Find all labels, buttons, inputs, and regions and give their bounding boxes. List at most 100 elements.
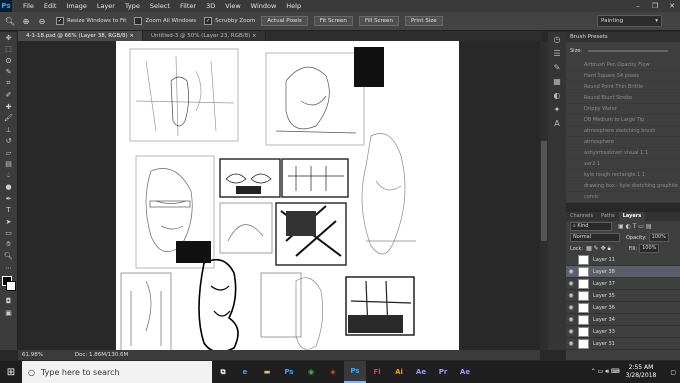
layer-row[interactable]: ◉ Layer 37 — [566, 278, 680, 290]
brush-preset-item[interactable]: atmosphere sketching brush — [566, 126, 680, 137]
crop-tool-icon[interactable]: ⌗ — [0, 78, 17, 90]
eye-icon[interactable]: ◉ — [566, 304, 576, 311]
layer-row[interactable]: ◉ Layer 36 — [566, 302, 680, 314]
premiere-icon[interactable]: Pr — [432, 361, 454, 383]
illustrator-icon[interactable]: Ai — [388, 361, 410, 383]
app-icon[interactable]: ◈ — [322, 361, 344, 383]
filter-icons[interactable]: ▣ ◐ T ▭ ▤ — [618, 223, 652, 230]
shape-tool-icon[interactable]: ▭ — [0, 228, 17, 240]
after-effects-icon[interactable]: Ae — [410, 361, 432, 383]
healing-brush-tool-icon[interactable]: ✚ — [0, 101, 17, 113]
tab-layers[interactable]: Layers — [618, 212, 646, 221]
brush-preset-item[interactable]: DB Medium to Large Tip — [566, 115, 680, 126]
menu-edit[interactable]: Edit — [39, 2, 62, 10]
task-view-icon[interactable]: ⧉ — [212, 361, 234, 383]
tab-paths[interactable]: Paths — [597, 212, 619, 221]
properties-icon[interactable]: ☰ — [548, 46, 566, 60]
tray-icons[interactable]: ⌃ ▭ 🔊︎ ⌨ — [591, 368, 620, 376]
path-select-tool-icon[interactable]: ➤ — [0, 216, 17, 228]
eraser-tool-icon[interactable]: ▱ — [0, 147, 17, 159]
gradient-tool-icon[interactable]: ▤ — [0, 159, 17, 171]
eye-icon[interactable]: ◉ — [566, 316, 576, 323]
brush-tool-icon[interactable]: 🖌︎ — [0, 113, 17, 125]
hand-tool-icon[interactable]: ✋︎ — [0, 239, 17, 251]
actual-pixels-button[interactable]: Actual Pixels — [261, 16, 308, 26]
character-icon[interactable]: A — [548, 116, 566, 130]
type-tool-icon[interactable]: T — [0, 205, 17, 217]
windows-start-icon[interactable]: ⊞ — [0, 361, 22, 383]
fit-screen-button[interactable]: Fit Screen — [313, 16, 353, 26]
taskbar-search-box[interactable]: ○ Type here to search — [22, 361, 212, 383]
layer-row-selected[interactable]: ◉ Layer 38 — [566, 266, 680, 278]
close-icon[interactable]: ✕ — [664, 0, 680, 12]
history-icon[interactable]: ◷ — [548, 32, 566, 46]
lock-icons[interactable]: ▦ ✎ ✥ 🔒︎ — [586, 245, 611, 253]
marquee-tool-icon[interactable]: ⬚ — [0, 44, 17, 56]
swatches-icon[interactable]: ▦ — [548, 74, 566, 88]
opacity-field[interactable]: 100% — [648, 233, 669, 242]
zoom-out-icon[interactable]: ⊖ — [36, 15, 48, 27]
eye-icon[interactable]: ◉ — [566, 328, 576, 335]
styles-icon[interactable]: ✦ — [548, 102, 566, 116]
pen-tool-icon[interactable]: ✒ — [0, 193, 17, 205]
layer-row[interactable]: ◉ Layer 34 — [566, 314, 680, 326]
blur-tool-icon[interactable]: 💧︎ — [0, 170, 17, 182]
brush-preset-item[interactable]: ashyxmastover visual 1 1 — [566, 148, 680, 159]
layer-kind-filter[interactable]: ⌕ Kind — [570, 222, 612, 231]
brush-preset-item[interactable]: Drippy Water — [566, 104, 680, 115]
color-swatches-icon[interactable] — [0, 274, 17, 296]
menu-filter[interactable]: Filter — [175, 2, 201, 10]
photoshop-running-icon[interactable]: Ps — [344, 361, 366, 383]
file-explorer-icon[interactable]: ▬ — [256, 361, 278, 383]
canvas-area[interactable] — [18, 41, 540, 350]
menu-type[interactable]: Type — [120, 2, 145, 10]
layer-row[interactable]: ◉ Layer 33 — [566, 326, 680, 338]
clone-stamp-tool-icon[interactable]: ⊥ — [0, 124, 17, 136]
menu-view[interactable]: View — [220, 2, 245, 10]
lasso-tool-icon[interactable]: ʘ — [0, 55, 17, 67]
eye-icon[interactable]: ◉ — [566, 340, 576, 347]
brush-preset-item[interactable]: Round Blunt Stroke — [566, 93, 680, 104]
menu-window[interactable]: Window — [246, 2, 282, 10]
eye-icon[interactable]: ◉ — [566, 268, 576, 275]
eyedropper-tool-icon[interactable]: ✐ — [0, 90, 17, 102]
zoom-level[interactable]: 61.98% — [18, 352, 43, 358]
brush-icon[interactable]: ✎ — [548, 60, 566, 74]
edge-icon[interactable]: e — [234, 361, 256, 383]
zoom-tool-icon[interactable]: 🔍︎ — [4, 15, 16, 27]
notifications-icon[interactable]: ▢ — [670, 369, 676, 376]
eye-icon[interactable]: ◉ — [566, 280, 576, 287]
zoom-tool-icon[interactable]: 🔍︎ — [0, 251, 17, 263]
fill-field[interactable]: 100% — [639, 244, 660, 253]
brush-preset-item[interactable]: Round Point Thin Brittle — [566, 82, 680, 93]
size-slider[interactable] — [587, 50, 668, 52]
blend-mode-select[interactable]: Normal — [570, 233, 620, 242]
after-effects-icon-2[interactable]: Ae — [454, 361, 476, 383]
fill-screen-button[interactable]: Fill Screen — [358, 16, 399, 26]
menu-image[interactable]: Image — [61, 2, 91, 10]
print-size-button[interactable]: Print Size — [404, 16, 443, 26]
screen-mode-icon[interactable]: ▣ — [0, 307, 17, 319]
brush-preset-item[interactable]: Hard Square 54 pixels — [566, 71, 680, 82]
clock[interactable]: 2:55 AM 3/28/2018 — [626, 364, 657, 380]
eye-icon[interactable]: ◉ — [566, 292, 576, 299]
brush-preset-item[interactable]: drawing box - kyle sketching graphite — [566, 181, 680, 192]
flash-icon[interactable]: Fl — [366, 361, 388, 383]
brush-preset-item[interactable]: comic — [566, 192, 680, 203]
workspace-select[interactable]: Painting ▾ — [597, 15, 662, 27]
zoom-in-icon[interactable]: ⊕ — [20, 15, 32, 27]
menu-layer[interactable]: Layer — [92, 2, 120, 10]
brush-preset-item[interactable]: kyle rough rectangle 1 1 — [566, 170, 680, 181]
layer-row[interactable]: Layer 11 — [566, 254, 680, 266]
scrubby-zoom-checkbox[interactable]: ✓ Scrubby Zoom — [204, 17, 255, 25]
menu-file[interactable]: File — [18, 2, 39, 10]
photoshop-pinned-icon[interactable]: Ps — [278, 361, 300, 383]
brush-presets-title[interactable]: Brush Presets — [566, 32, 680, 42]
minimize-icon[interactable]: – — [630, 0, 646, 12]
tab-channels[interactable]: Channels — [566, 212, 597, 221]
menu-help[interactable]: Help — [281, 2, 306, 10]
brush-preset-item[interactable]: ver2 1 — [566, 159, 680, 170]
tab-document-1[interactable]: 4-1-18.psd @ 66% (Layer 38, RGB/8) × — [18, 31, 143, 41]
menu-3d[interactable]: 3D — [201, 2, 220, 10]
adjustments-icon[interactable]: ◐ — [548, 88, 566, 102]
